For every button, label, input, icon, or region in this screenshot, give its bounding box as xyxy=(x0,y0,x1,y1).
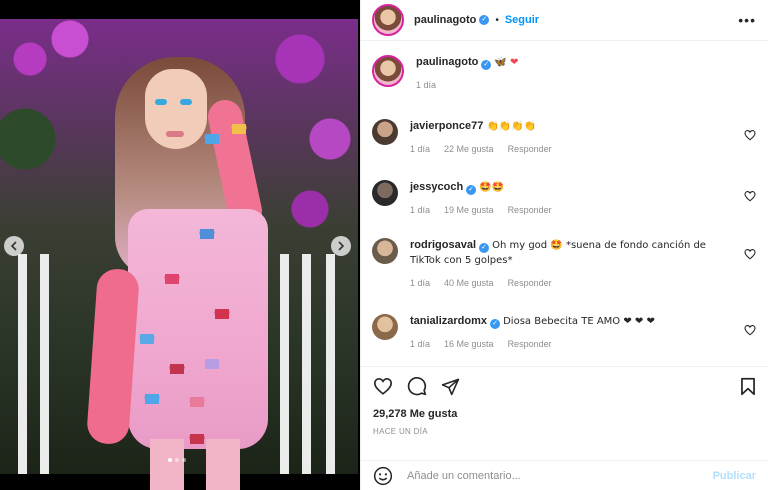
reply-button[interactable]: Responder xyxy=(508,205,552,215)
carousel-next-button[interactable] xyxy=(331,236,351,256)
heart-icon[interactable] xyxy=(744,129,756,141)
post-header: paulinagoto ✓ • Seguir ••• xyxy=(361,0,768,41)
carousel-dot xyxy=(182,458,186,462)
carousel-dot xyxy=(175,458,179,462)
fence-slat xyxy=(280,254,289,474)
comment-item: rodrigosaval ✓ Oh my god 🤩 *suena de fond… xyxy=(372,238,756,288)
carousel-dot xyxy=(168,458,172,462)
post-timestamp: HACE UN DÍA xyxy=(373,427,428,436)
comments-list[interactable]: paulinagoto ✓ 🦋 ❤ 1 día javierponce77 👏👏👏… xyxy=(361,41,768,366)
comment-likes[interactable]: 22 Me gusta xyxy=(444,144,494,154)
butterfly-icon xyxy=(205,359,219,369)
follow-button[interactable]: Seguir xyxy=(505,14,539,26)
comment-time[interactable]: 1 día xyxy=(410,144,430,154)
separator-dot: • xyxy=(495,14,499,26)
butterfly-icon xyxy=(205,134,219,144)
post-actions: 29,278 Me gusta HACE UN DÍA xyxy=(361,366,768,462)
comment-text: Diosa Bebecita TE AMO ❤ ❤ ❤ xyxy=(503,316,655,327)
chevron-left-icon xyxy=(10,241,17,251)
post-media[interactable] xyxy=(0,0,360,490)
add-comment-bar: Publicar xyxy=(361,460,768,490)
verified-badge-icon: ✓ xyxy=(490,319,501,329)
person-legs xyxy=(150,439,240,490)
person-eye xyxy=(180,99,192,105)
fence-slat xyxy=(326,254,335,474)
fence-slat xyxy=(302,254,311,474)
reply-button[interactable]: Responder xyxy=(508,144,552,154)
heart-icon[interactable] xyxy=(744,190,756,202)
post-photo xyxy=(0,19,358,490)
chevron-right-icon xyxy=(338,241,345,251)
butterfly-icon xyxy=(165,274,179,284)
comment-likes[interactable]: 16 Me gusta xyxy=(444,339,494,349)
comment-username[interactable]: tanializardomx xyxy=(410,315,487,327)
verified-badge-icon: ✓ xyxy=(481,60,492,70)
caption-username[interactable]: paulinagoto xyxy=(416,56,478,68)
comment-username[interactable]: jessycoch xyxy=(410,181,463,193)
comment-text: 🤩🤩 xyxy=(479,182,505,193)
caption-time[interactable]: 1 día xyxy=(416,80,436,90)
reply-button[interactable]: Responder xyxy=(508,339,552,349)
heart-icon[interactable] xyxy=(744,324,756,336)
carousel-indicator xyxy=(168,458,186,462)
butterfly-icon xyxy=(190,434,204,444)
comment-text: 👏👏👏👏 xyxy=(486,121,537,132)
comment-username[interactable]: rodrigosaval xyxy=(410,239,476,251)
person-eye xyxy=(155,99,167,105)
post-username[interactable]: paulinagoto xyxy=(414,14,476,26)
carousel-prev-button[interactable] xyxy=(4,236,24,256)
avatar[interactable] xyxy=(372,314,398,340)
comment-input[interactable] xyxy=(407,469,713,482)
likes-count[interactable]: 29,278 Me gusta xyxy=(373,408,756,420)
comment-username[interactable]: javierponce77 xyxy=(410,120,483,132)
bookmark-icon[interactable] xyxy=(740,377,756,396)
avatar[interactable] xyxy=(372,55,404,87)
comment-item: javierponce77 👏👏👏👏 1 día 22 Me gusta Respon… xyxy=(372,119,756,154)
smiley-icon[interactable] xyxy=(373,466,393,486)
verified-badge-icon: ✓ xyxy=(466,185,477,195)
butterfly-icon xyxy=(140,334,154,344)
heart-icon[interactable] xyxy=(744,248,756,260)
post-panel: paulinagoto ✓ • Seguir ••• paulinagoto ✓ … xyxy=(360,0,768,490)
person-lips xyxy=(166,131,184,137)
caption-text: 🦋 ❤ xyxy=(494,57,519,68)
avatar[interactable] xyxy=(372,238,398,264)
fence-slat xyxy=(18,254,27,474)
avatar[interactable] xyxy=(372,180,398,206)
verified-badge-icon: ✓ xyxy=(479,243,490,253)
fence-slat xyxy=(40,254,49,474)
publish-button[interactable]: Publicar xyxy=(713,470,756,482)
butterfly-icon xyxy=(232,124,246,134)
comment-time[interactable]: 1 día xyxy=(410,205,430,215)
post-caption: paulinagoto ✓ 🦋 ❤ 1 día xyxy=(372,55,756,90)
comment-likes[interactable]: 40 Me gusta xyxy=(444,278,494,288)
butterfly-icon xyxy=(200,229,214,239)
avatar[interactable] xyxy=(372,4,404,36)
butterfly-icon xyxy=(215,309,229,319)
butterfly-icon xyxy=(170,364,184,374)
person-face xyxy=(145,69,207,149)
avatar[interactable] xyxy=(372,119,398,145)
comment-item: tanializardomx ✓ Diosa Bebecita TE AMO ❤ … xyxy=(372,314,756,349)
pink-dress xyxy=(128,209,268,449)
comment-time[interactable]: 1 día xyxy=(410,278,430,288)
heart-icon[interactable] xyxy=(373,377,393,395)
comment-likes[interactable]: 19 Me gusta xyxy=(444,205,494,215)
butterfly-icon xyxy=(190,397,204,407)
comment-icon[interactable] xyxy=(407,376,427,396)
verified-badge-icon: ✓ xyxy=(479,15,490,25)
paper-plane-icon[interactable] xyxy=(441,377,460,396)
more-options-icon[interactable]: ••• xyxy=(738,12,756,28)
comment-time[interactable]: 1 día xyxy=(410,339,430,349)
butterfly-icon xyxy=(145,394,159,404)
reply-button[interactable]: Responder xyxy=(508,278,552,288)
comment-item: jessycoch ✓ 🤩🤩 1 día 19 Me gusta Responder xyxy=(372,180,756,215)
